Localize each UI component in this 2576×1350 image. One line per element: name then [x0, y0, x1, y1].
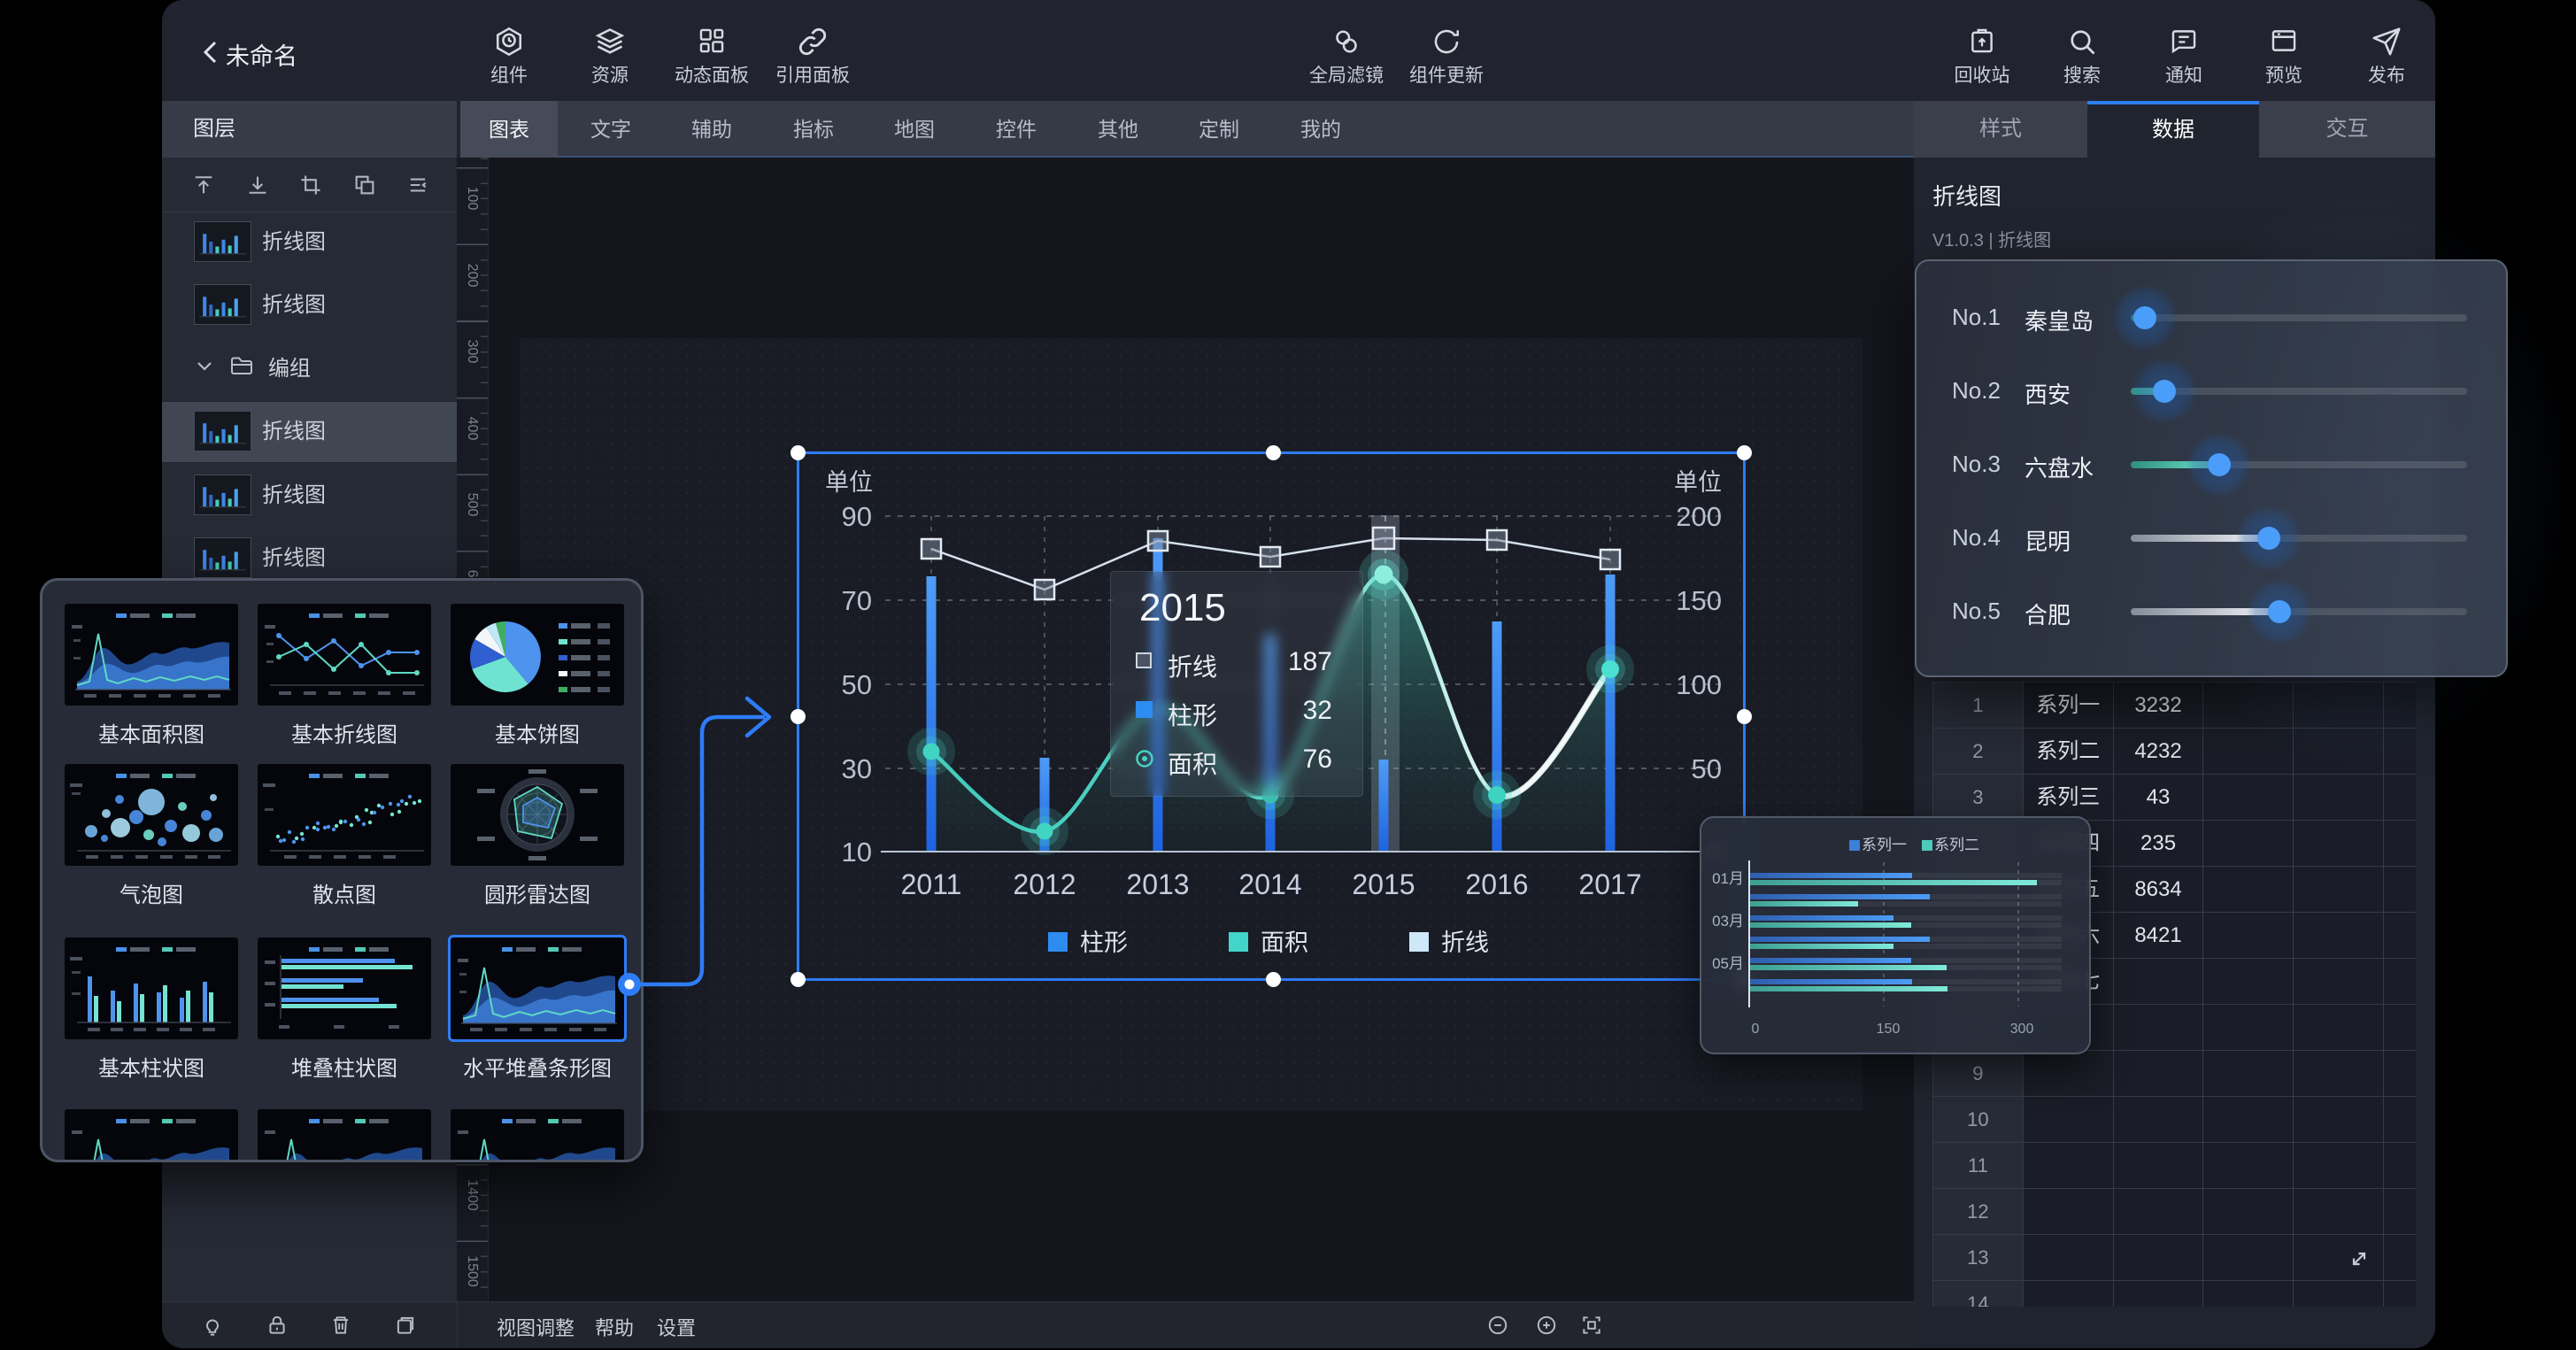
svg-text:300: 300 — [2010, 1022, 2034, 1037]
svg-text:05月: 05月 — [1712, 955, 1744, 972]
svg-text:系列二: 系列二 — [1934, 837, 1979, 853]
svg-text:01月: 01月 — [1712, 870, 1744, 887]
svg-text:系列一: 系列一 — [1862, 837, 1907, 853]
svg-text:150: 150 — [1877, 1022, 1901, 1037]
svg-text:03月: 03月 — [1712, 913, 1744, 930]
svg-text:0: 0 — [1752, 1022, 1760, 1037]
